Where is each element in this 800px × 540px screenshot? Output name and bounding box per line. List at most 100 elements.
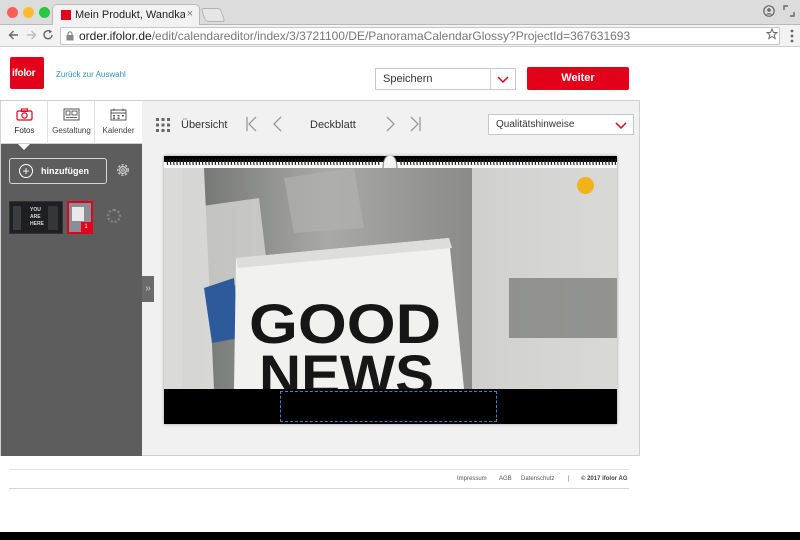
spiral-ring: [518, 158, 521, 166]
tab-calendar[interactable]: Kalender: [95, 101, 142, 144]
spiral-ring: [169, 158, 172, 166]
quality-warning-indicator[interactable]: [577, 177, 594, 194]
profile-icon[interactable]: [763, 5, 775, 17]
spiral-ring: [566, 158, 569, 166]
spiral-ring: [176, 158, 178, 166]
spiral-ring: [236, 158, 239, 166]
footer-link-impressum[interactable]: Impressum: [457, 476, 487, 482]
spiral-ring: [569, 158, 572, 166]
page-info-icon[interactable]: [66, 31, 74, 41]
chevron-down-icon[interactable]: [495, 71, 511, 87]
forward-arrow-icon[interactable]: [25, 28, 37, 42]
next-button[interactable]: Weiter: [527, 67, 629, 90]
spiral-ring: [403, 158, 405, 166]
spiral-ring: [521, 158, 524, 166]
spiral-ring: [409, 158, 412, 166]
gear-icon[interactable]: [115, 162, 131, 178]
spiral-ring: [425, 158, 428, 166]
photo-image: GOOD NEWS: [164, 168, 617, 389]
sidebar-tabs: Fotos Gestaltung Kalender: [1, 101, 142, 144]
spiral-ring: [291, 158, 293, 166]
footer-link-privacy[interactable]: Datenschutz: [521, 476, 554, 482]
fullscreen-icon[interactable]: [783, 5, 795, 17]
collapse-sidebar-button[interactable]: »: [142, 276, 154, 302]
footer-divider-glyph: |: [568, 476, 570, 482]
ifolor-logo[interactable]: ifolor: [10, 57, 44, 89]
calendar-editor: Fotos Gestaltung Kalender + hinzufügen Y…: [0, 100, 640, 456]
spiral-ring: [224, 158, 226, 166]
spiral-ring: [192, 158, 194, 166]
url-field[interactable]: order.ifolor.de/edit/calendareditor/inde…: [60, 27, 780, 45]
add-photos-button[interactable]: + hinzufügen: [9, 158, 107, 184]
spiral-ring: [204, 158, 207, 166]
usage-count-badge: 1: [81, 222, 91, 232]
title-text-field[interactable]: [280, 391, 497, 422]
spiral-ring: [432, 158, 434, 166]
first-page-icon[interactable]: [245, 115, 259, 133]
cover-photo[interactable]: GOOD NEWS: [164, 168, 617, 389]
spiral-ring: [598, 158, 601, 166]
spiral-ring: [185, 158, 188, 166]
spiral-ring: [201, 158, 204, 166]
browser-menu-icon[interactable]: [790, 29, 794, 43]
spiral-ring: [188, 158, 191, 166]
spiral-ring: [361, 158, 364, 166]
spiral-ring: [371, 158, 373, 166]
spiral-ring: [406, 158, 409, 166]
spiral-ring: [582, 158, 585, 166]
calendar-cover-page[interactable]: GOOD NEWS: [164, 156, 617, 424]
back-to-selection-link[interactable]: Zurück zur Auswahl: [56, 70, 126, 79]
spiral-ring: [275, 158, 277, 166]
thumbnail-text: YOU: [30, 207, 41, 213]
spiral-ring: [329, 158, 332, 166]
photo-thumbnail-selected[interactable]: 1: [67, 201, 93, 234]
footer-link-agb[interactable]: AGB: [499, 476, 512, 482]
quality-hints-dropdown[interactable]: Qualitätshinweise: [488, 114, 634, 135]
ifolor-favicon-icon: [61, 10, 71, 20]
photo-thumbnail[interactable]: YOU ARE HERE: [9, 201, 63, 234]
spiral-ring: [211, 158, 213, 166]
spiral-ring: [259, 158, 261, 166]
spiral-ring: [412, 158, 415, 166]
spiral-ring: [240, 158, 242, 166]
spiral-ring: [595, 158, 597, 166]
spiral-ring: [348, 158, 351, 166]
last-page-icon[interactable]: [408, 115, 422, 133]
next-page-icon[interactable]: [383, 115, 397, 133]
new-tab-button[interactable]: [200, 8, 226, 22]
spiral-ring: [480, 158, 482, 166]
spiral-ring: [198, 158, 201, 166]
spiral-ring: [454, 158, 457, 166]
spiral-ring: [256, 158, 258, 166]
spiral-ring: [416, 158, 418, 166]
spiral-ring: [572, 158, 575, 166]
bookmark-star-icon[interactable]: [766, 28, 778, 40]
grid-overview-icon[interactable]: [156, 118, 170, 132]
spiral-ring: [457, 158, 460, 166]
add-photos-label: hinzufügen: [41, 166, 89, 176]
thumbnail-text: ARE: [30, 214, 41, 220]
minimize-window-button[interactable]: [23, 7, 34, 18]
footer-divider: [9, 469, 629, 470]
previous-page-icon[interactable]: [271, 115, 285, 133]
save-dropdown[interactable]: Speichern: [375, 68, 516, 90]
reload-icon[interactable]: [42, 28, 54, 42]
spiral-ring: [608, 158, 610, 166]
spiral-ring: [560, 158, 562, 166]
browser-tab[interactable]: Mein Produkt, Wandkalender Gl ×: [52, 4, 200, 26]
zoom-window-button[interactable]: [39, 7, 50, 18]
tab-design[interactable]: Gestaltung: [48, 101, 95, 144]
spiral-ring: [214, 158, 217, 166]
spiral-ring: [601, 158, 604, 166]
chevron-down-icon[interactable]: [613, 117, 629, 133]
back-arrow-icon[interactable]: [8, 28, 20, 42]
spiral-ring: [262, 158, 265, 166]
tab-photos[interactable]: Fotos: [1, 101, 48, 144]
tab-close-icon[interactable]: ×: [187, 8, 193, 20]
overview-button[interactable]: Übersicht: [181, 119, 227, 131]
spiral-ring: [400, 158, 402, 166]
spiral-ring: [278, 158, 281, 166]
close-window-button[interactable]: [7, 7, 18, 18]
spiral-ring: [515, 158, 517, 166]
thumbnail-graphic: [48, 206, 58, 230]
